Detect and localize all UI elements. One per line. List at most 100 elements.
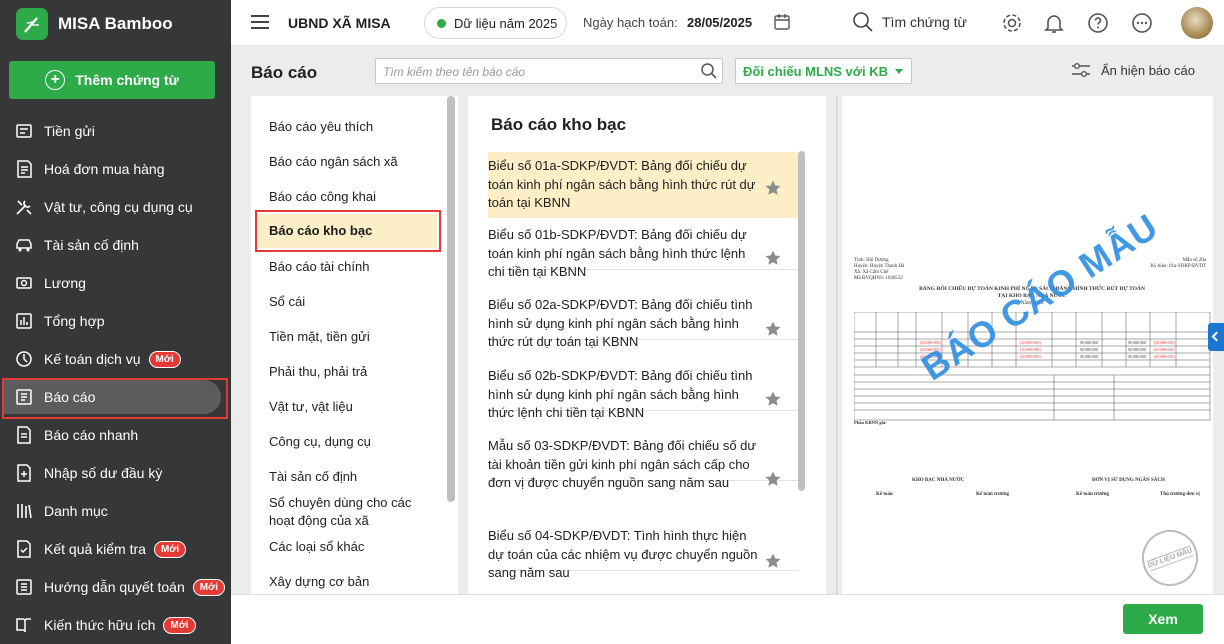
star-icon[interactable]: [764, 320, 782, 338]
star-icon[interactable]: [764, 249, 782, 267]
report-item[interactable]: Mẫu số 03-SDKP/ĐVDT: Bảng đối chiếu số d…: [488, 437, 798, 493]
category-commune-budget[interactable]: Báo cáo ngân sách xã: [269, 153, 439, 171]
report-search-placeholder: Tìm kiếm theo tên báo cáo: [383, 65, 526, 79]
bell-icon[interactable]: [1043, 12, 1065, 34]
sidebar-item-catalog[interactable]: Danh mục: [0, 492, 231, 530]
bank-icon: [16, 124, 32, 138]
add-voucher-button[interactable]: + Thêm chứng từ: [9, 61, 215, 99]
report-category-list: Báo cáo yêu thích Báo cáo ngân sách xã B…: [251, 96, 458, 594]
doc-text: Mã ĐVQHNS: 1020532: [854, 276, 903, 281]
sidebar-item-label: Danh mục: [44, 503, 108, 519]
report-item[interactable]: Biểu số 01a-SDKP/ĐVDT: Bảng đối chiếu dự…: [488, 152, 798, 218]
annotation-box: [255, 210, 441, 252]
doc-sign-right: ĐƠN VỊ SỬ DỤNG NGÂN SÁCH: [1092, 478, 1165, 483]
star-icon[interactable]: [764, 390, 782, 408]
report-list-panel: Báo cáo kho bạc Biểu số 01a-SDKP/ĐVDT: B…: [468, 96, 826, 594]
chevron-down-icon: [895, 69, 903, 74]
sidebar-item-check-results[interactable]: Kết quả kiểm tra Mới: [0, 530, 231, 568]
more-options-icon[interactable]: [1131, 12, 1153, 34]
voucher-search-label: Tìm chứng từ: [882, 14, 967, 30]
category-favorites[interactable]: Báo cáo yêu thích: [269, 118, 439, 136]
user-avatar[interactable]: [1181, 7, 1213, 39]
preview-collapse-tab[interactable]: [1208, 323, 1224, 351]
help-icon[interactable]: [1087, 12, 1109, 34]
category-fixed-assets[interactable]: Tài sản cố định: [269, 468, 439, 486]
category-ledger[interactable]: Sổ cái: [269, 293, 439, 311]
sidebar-item-salary[interactable]: Lương: [0, 264, 231, 302]
data-year-chip[interactable]: Dữ liệu năm 2025: [424, 7, 567, 39]
app-logo[interactable]: MISA Bamboo: [16, 8, 173, 40]
knowledge-icon: [16, 618, 31, 633]
category-other-books[interactable]: Các loại sổ khác: [269, 538, 439, 556]
category-cash-deposits[interactable]: Tiền mặt, tiền gửi: [269, 328, 439, 346]
doc-table: (10.000.000) (10.000.000) (10.000.000) (10…: [854, 312, 1211, 421]
sidebar-item-summary[interactable]: Tổng hợp: [0, 302, 231, 340]
annotation-box: [2, 378, 228, 419]
search-icon: [701, 63, 717, 79]
category-construction[interactable]: Xây dựng cơ bản: [269, 573, 439, 591]
svg-text:90.000.000: 90.000.000: [1128, 347, 1146, 352]
report-list-title: Báo cáo kho bạc: [491, 115, 627, 134]
svg-text:(10.000.000): (10.000.000): [1154, 340, 1175, 345]
reports-page: Báo cáo Tìm kiếm theo tên báo cáo Đối ch…: [231, 46, 1224, 644]
stamp-text: DỮ LIỆU MẪU: [1146, 544, 1194, 572]
star-icon[interactable]: [764, 179, 782, 197]
sidebar-item-service-accounting[interactable]: Kế toán dịch vụ Mới: [0, 340, 231, 378]
report-search-input[interactable]: Tìm kiếm theo tên báo cáo: [375, 58, 723, 84]
toggle-reports-link[interactable]: Ẩn hiện báo cáo: [1071, 62, 1195, 78]
report-item-label: Biểu số 01a-SDKP/ĐVDT: Bảng đối chiếu dự…: [488, 158, 756, 210]
report-item[interactable]: Biểu số 04-SDKP/ĐVDT: Tình hình thực hiệ…: [488, 527, 798, 583]
report-filter-value: Đối chiếu MLNS với KB: [743, 64, 889, 79]
search-icon: [853, 12, 873, 32]
sidebar-item-label: Báo cáo nhanh: [44, 427, 139, 443]
report-item[interactable]: Biểu số 01b-SDKP/ĐVDT: Bảng đối chiếu dự…: [488, 226, 798, 282]
svg-text:(10.000.000): (10.000.000): [1020, 354, 1041, 359]
guide-icon: [16, 579, 32, 595]
sidebar-item-purchase-invoices[interactable]: Hoá đơn mua hàng: [0, 150, 231, 188]
report-item-label: Biểu số 01b-SDKP/ĐVDT: Bảng đối chiếu dự…: [488, 227, 747, 279]
calendar-icon[interactable]: [773, 13, 791, 31]
report-item-label: Mẫu số 03-SDKP/ĐVDT: Bảng đối chiếu số d…: [488, 438, 757, 490]
svg-text:(10.000.000): (10.000.000): [1020, 340, 1041, 345]
sidebar-item-deposits[interactable]: Tiền gửi: [0, 112, 231, 150]
sidebar-item-label: Hướng dẫn quyết toán: [44, 579, 185, 595]
doc-sign-role: Thủ trưởng đơn vị: [1160, 492, 1200, 497]
page-title: Báo cáo: [251, 63, 318, 82]
svg-text:90.000.000: 90.000.000: [1080, 347, 1098, 352]
sidebar-item-label: Vật tư, công cụ dụng cụ: [44, 199, 193, 215]
service-icon: [16, 351, 32, 367]
category-materials[interactable]: Vật tư, vật liệu: [269, 398, 439, 416]
category-receivables-payables[interactable]: Phải thu, phải trả: [269, 363, 439, 381]
sidebar-item-label: Kế toán dịch vụ: [44, 351, 141, 367]
star-icon[interactable]: [764, 470, 782, 488]
sidebar-item-materials-tools[interactable]: Vật tư, công cụ dụng cụ: [0, 188, 231, 226]
voucher-search[interactable]: Tìm chứng từ: [852, 11, 967, 33]
star-icon[interactable]: [764, 552, 782, 570]
sidebar-item-useful-knowledge[interactable]: Kiến thức hữu ích Mới: [0, 606, 231, 644]
sidebar-item-fixed-assets[interactable]: Tài sản cố định: [0, 226, 231, 264]
app-name: MISA Bamboo: [58, 14, 173, 33]
gear-icon[interactable]: [1001, 12, 1023, 34]
sidebar-item-label: Kiến thức hữu ích: [44, 617, 156, 633]
sidebar-item-label: Hoá đơn mua hàng: [44, 161, 165, 177]
category-scrollbar[interactable]: [447, 96, 455, 502]
category-commune-books[interactable]: Sổ chuyên dùng cho các hoạt động của xã: [269, 494, 439, 530]
report-filter-dropdown[interactable]: Đối chiếu MLNS với KB: [735, 58, 912, 84]
sidebar-item-label: Tiền gửi: [44, 123, 95, 139]
menu-icon[interactable]: [251, 15, 269, 29]
report-item[interactable]: Biểu số 02a-SDKP/ĐVDT: Bảng đối chiếu tì…: [488, 296, 798, 352]
new-badge: Mới: [192, 578, 225, 596]
category-public-disclosure[interactable]: Báo cáo công khai: [269, 188, 439, 206]
sidebar-item-opening-balance[interactable]: Nhập số dư đầu kỳ: [0, 454, 231, 492]
category-financial[interactable]: Báo cáo tài chính: [269, 258, 439, 276]
doc-header-right: Mẫu số 20a Ký hiệu: 01a-SDKP/ĐVDT: [1150, 258, 1206, 270]
organization-name: UBND XÃ MISA: [288, 15, 391, 31]
view-button[interactable]: Xem: [1123, 604, 1203, 634]
posting-date-value[interactable]: 28/05/2025: [687, 15, 752, 30]
sidebar-item-quick-reports[interactable]: Báo cáo nhanh: [0, 416, 231, 454]
report-item[interactable]: Biểu số 02b-SDKP/ĐVDT: Bảng đối chiếu tì…: [488, 367, 798, 423]
report-list-scrollbar[interactable]: [798, 151, 805, 491]
category-tools[interactable]: Công cụ, dụng cụ: [269, 433, 439, 451]
svg-text:(10.000.000): (10.000.000): [1020, 347, 1041, 352]
sidebar-item-settlement-guide[interactable]: Hướng dẫn quyết toán Mới: [0, 568, 231, 606]
